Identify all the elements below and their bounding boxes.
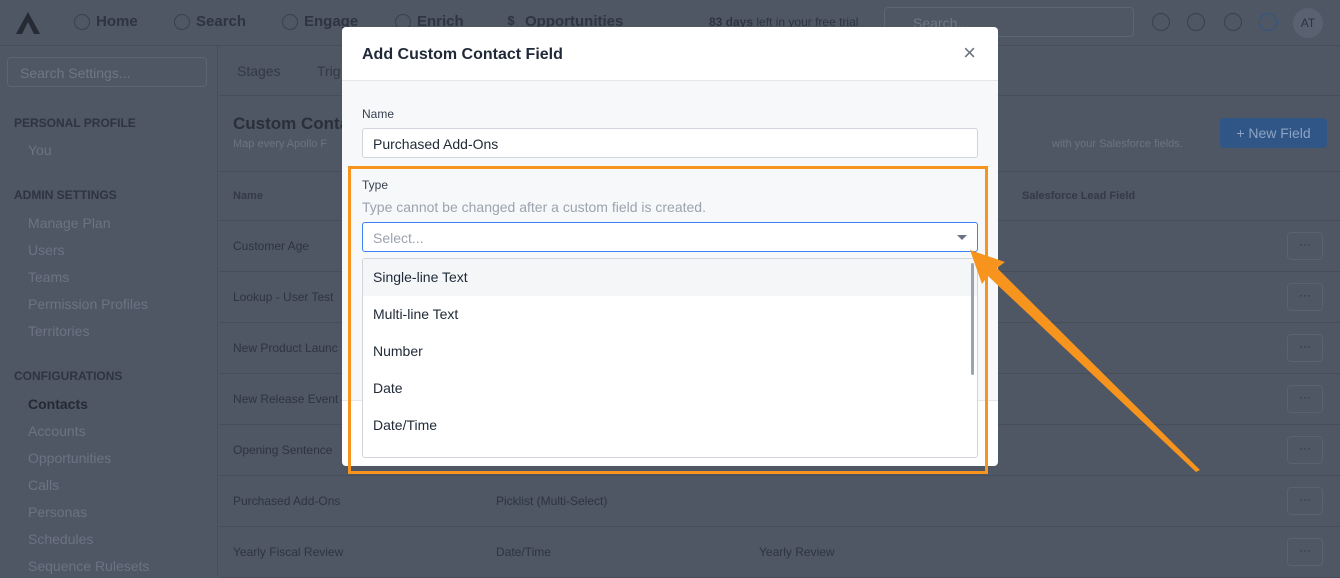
sidebar-item-manage-plan[interactable]: Manage Plan: [28, 215, 111, 231]
section-heading: CONFIGURATIONS: [14, 369, 123, 383]
more-options-button[interactable]: ···: [1287, 283, 1323, 311]
row-type: Date/Time: [496, 545, 551, 559]
row-name: Customer Age: [233, 239, 310, 253]
phone-icon[interactable]: [1152, 13, 1170, 31]
sidebar-item-you[interactable]: You: [28, 142, 52, 158]
new-field-button[interactable]: + New Field: [1220, 118, 1327, 148]
search-icon: [174, 13, 190, 30]
page-subtitle: Map every Apollo F: [233, 138, 328, 150]
sidebar-item-sequence-rulesets[interactable]: Sequence Rulesets: [28, 558, 149, 574]
apollo-logo-icon[interactable]: [16, 12, 40, 34]
row-type: Picklist (Multi-Select): [496, 494, 608, 508]
sidebar-item-users[interactable]: Users: [28, 242, 65, 258]
modal-title: Add Custom Contact Field: [362, 46, 563, 63]
home-icon: [74, 13, 90, 30]
tab-stages[interactable]: Stages: [237, 63, 281, 79]
gear-icon[interactable]: [1259, 13, 1277, 31]
sidebar-item-accounts[interactable]: Accounts: [28, 423, 86, 439]
avatar[interactable]: AT: [1293, 8, 1323, 38]
sidebar-item-personas[interactable]: Personas: [28, 504, 87, 520]
nav-home[interactable]: Home: [74, 13, 138, 30]
more-options-button[interactable]: ···: [1287, 385, 1323, 413]
name-label: Name: [362, 107, 395, 121]
table-row: Yearly Fiscal Review Date/Time Yearly Revi…: [219, 527, 1340, 578]
table-row: Purchased Add-Ons Picklist (Multi-Select)…: [219, 476, 1340, 527]
more-options-button[interactable]: ···: [1287, 334, 1323, 362]
more-options-button[interactable]: ···: [1287, 232, 1323, 260]
sidebar-item-territories[interactable]: Territories: [28, 323, 89, 339]
more-options-button[interactable]: ···: [1287, 487, 1323, 515]
page-subtitle-end: with your Salesforce fields.: [1052, 138, 1183, 150]
settings-sidebar: Search Settings... PERSONAL PROFILE You …: [0, 46, 218, 575]
send-icon: [282, 13, 298, 30]
nav-label: Home: [96, 13, 138, 30]
row-mapped-field: Yearly Review: [759, 545, 835, 559]
sidebar-item-contacts[interactable]: Contacts: [28, 396, 88, 412]
bell-icon[interactable]: [1224, 13, 1242, 31]
tab-triggers[interactable]: Trig: [317, 63, 341, 79]
sidebar-item-permission-profiles[interactable]: Permission Profiles: [28, 296, 148, 312]
close-icon[interactable]: ×: [963, 42, 976, 64]
row-name: New Release Event: [233, 392, 339, 406]
help-icon[interactable]: [1187, 13, 1205, 31]
sidebar-item-schedules[interactable]: Schedules: [28, 531, 93, 547]
row-name: Opening Sentence: [233, 443, 333, 457]
row-name: Lookup - User Test: [233, 290, 334, 304]
row-name: New Product Launc: [233, 341, 338, 355]
row-name: Yearly Fiscal Review: [233, 545, 344, 559]
nav-label: Search: [196, 13, 247, 30]
page-title: Custom Conta: [233, 114, 350, 133]
col-salesforce-lead-field: Salesforce Lead Field: [1022, 190, 1136, 202]
highlight-box: [348, 166, 988, 474]
name-input[interactable]: Purchased Add-Ons: [362, 128, 978, 158]
col-name: Name: [233, 190, 263, 202]
section-heading: PERSONAL PROFILE: [14, 116, 136, 130]
row-name: Purchased Add-Ons: [233, 494, 341, 508]
nav-search[interactable]: Search: [174, 13, 246, 30]
more-options-button[interactable]: ···: [1287, 538, 1323, 566]
settings-search-input[interactable]: Search Settings...: [7, 57, 207, 87]
sidebar-item-calls[interactable]: Calls: [28, 477, 59, 493]
more-options-button[interactable]: ···: [1287, 436, 1323, 464]
sidebar-item-teams[interactable]: Teams: [28, 269, 69, 285]
section-heading: ADMIN SETTINGS: [14, 188, 117, 202]
sidebar-item-opportunities[interactable]: Opportunities: [28, 450, 111, 466]
